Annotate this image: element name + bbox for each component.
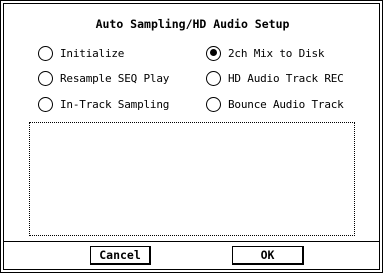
radio-circle-icon	[206, 70, 221, 86]
radio-resample-seq-play[interactable]: Resample SEQ Play	[38, 69, 169, 87]
ok-button[interactable]: OK	[232, 246, 304, 265]
radio-selected-icon	[206, 45, 221, 61]
radio-label: Bounce Audio Track	[228, 97, 344, 111]
radio-in-track-sampling[interactable]: In-Track Sampling	[38, 95, 169, 113]
radio-initialize[interactable]: Initialize	[38, 44, 124, 62]
cancel-button[interactable]: Cancel	[90, 246, 151, 265]
radio-label: Initialize	[60, 46, 125, 60]
radio-hd-audio-track-rec[interactable]: HD Audio Track REC	[206, 69, 344, 87]
auto-sampling-dialog: Auto Sampling/HD Audio Setup Initialize …	[0, 0, 383, 273]
radio-label: HD Audio Track REC	[228, 71, 344, 85]
radio-circle-icon	[38, 45, 53, 61]
radio-circle-icon	[206, 96, 221, 112]
button-bar-divider	[3, 241, 380, 242]
radio-circle-icon	[38, 70, 53, 86]
info-text-box	[29, 122, 355, 236]
radio-label: In-Track Sampling	[60, 97, 170, 111]
radio-bounce-audio-track[interactable]: Bounce Audio Track	[206, 95, 344, 113]
radio-label: 2ch Mix to Disk	[228, 46, 325, 60]
radio-2ch-mix-to-disk[interactable]: 2ch Mix to Disk	[206, 44, 325, 62]
radio-label: Resample SEQ Play	[60, 71, 170, 85]
radio-circle-icon	[38, 96, 53, 112]
dialog-title: Auto Sampling/HD Audio Setup	[95, 17, 290, 31]
